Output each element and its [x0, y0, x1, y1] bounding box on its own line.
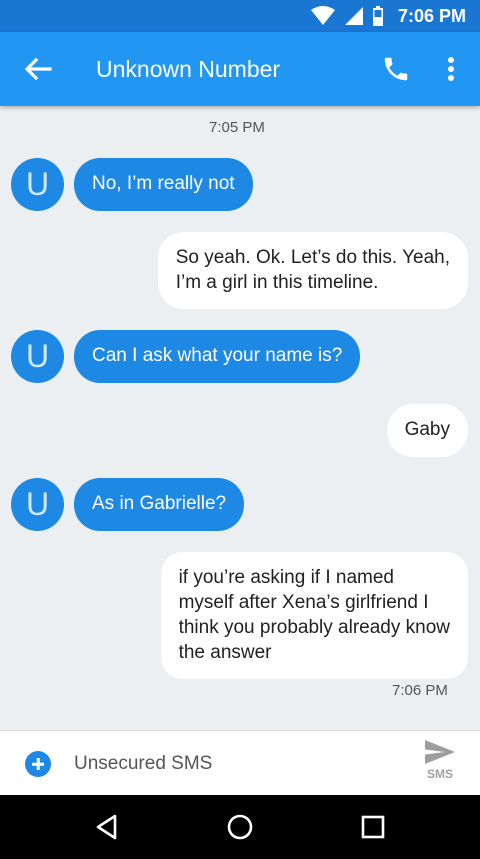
send-button[interactable]: SMS	[418, 739, 462, 791]
add-circle-icon[interactable]	[25, 751, 51, 777]
message-list[interactable]: 7:05 PM U No, I’m really not So yeah. Ok…	[0, 106, 480, 730]
incoming-message[interactable]: No, I’m really not	[74, 158, 253, 211]
conversation-title: Unknown Number	[96, 56, 281, 82]
avatar[interactable]: U	[11, 478, 64, 531]
message-line: think you probably already know	[178, 617, 450, 638]
battery-icon	[372, 6, 384, 26]
app-bar: Unknown Number	[0, 32, 480, 106]
navigation-bar	[0, 795, 480, 859]
home-circle-icon[interactable]	[224, 811, 256, 843]
avatar[interactable]: U	[11, 158, 64, 211]
back-triangle-icon[interactable]	[91, 811, 123, 843]
message-line: if you’re asking if I named	[178, 567, 395, 588]
composer: SMS	[0, 730, 480, 795]
timestamp: 7:06 PM	[392, 682, 448, 699]
message-line: So yeah. Ok. Let’s do this. Yeah,	[175, 247, 450, 268]
avatar[interactable]: U	[11, 330, 64, 383]
message-line: the answer	[178, 642, 272, 663]
wifi-icon	[310, 6, 336, 26]
send-label: SMS	[426, 767, 453, 781]
status-bar: 7:06 PM	[0, 0, 480, 32]
incoming-message[interactable]: Can I ask what your name is?	[74, 330, 361, 383]
outgoing-message[interactable]: Gaby	[386, 404, 468, 457]
phone-icon[interactable]	[381, 54, 411, 84]
cell-signal-icon	[344, 6, 364, 26]
message-line: myself after Xena’s girlfriend I	[178, 592, 429, 613]
message-input[interactable]	[74, 747, 394, 781]
recents-square-icon[interactable]	[357, 811, 389, 843]
message-line: I’m a girl in this timeline.	[175, 272, 379, 293]
incoming-message[interactable]: As in Gabrielle?	[74, 478, 245, 531]
send-icon	[425, 740, 455, 764]
arrow-back-icon[interactable]	[20, 54, 54, 84]
timestamp: 7:05 PM	[209, 119, 265, 136]
outgoing-message[interactable]: if you’re asking if I named myself after…	[160, 552, 468, 679]
status-time: 7:06 PM	[397, 5, 466, 26]
more-vert-icon[interactable]	[440, 54, 462, 84]
outgoing-message[interactable]: So yeah. Ok. Let’s do this. Yeah, I’m a …	[157, 232, 468, 309]
